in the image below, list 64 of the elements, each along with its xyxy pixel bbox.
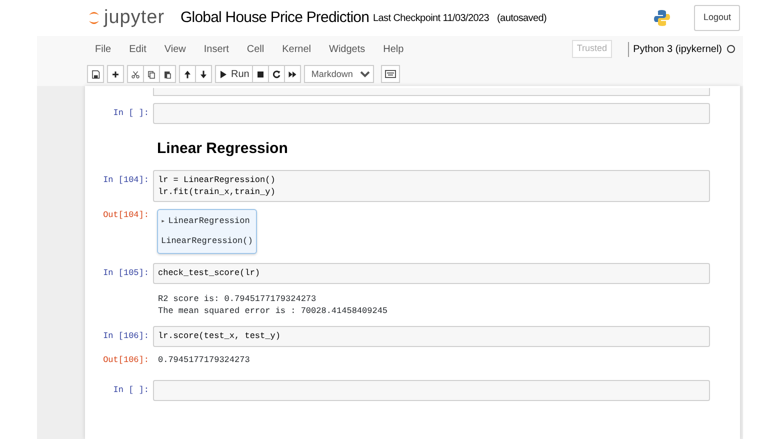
code-cell-input[interactable]: lr = LinearRegression() lr.fit(train_x,train_y) (153, 170, 710, 202)
code-cell-input[interactable]: check_test_score(lr) (153, 263, 710, 284)
restart-icon (272, 70, 282, 78)
python-logo-icon (654, 9, 670, 27)
input-prompt: In [106]: (102, 330, 150, 342)
paste-button[interactable] (160, 65, 176, 83)
logout-button[interactable]: Logout (694, 5, 740, 31)
code-line: lr.fit(train_x,train_y) (158, 186, 276, 198)
menu-item[interactable]: Cell (246, 42, 264, 56)
add-cell-button[interactable] (107, 65, 124, 83)
fast-forward-icon (288, 70, 298, 78)
input-prompt: In [ ]: (112, 384, 150, 396)
cut-button[interactable] (127, 65, 144, 83)
output-prompt: Out[106]: (102, 354, 150, 366)
menu-item[interactable]: View (164, 42, 186, 56)
output-line: The mean squared error is : 70028.41458409245 (157, 305, 388, 317)
down-arrow-icon (199, 70, 208, 78)
cell-type-dropdown[interactable]: Markdown (304, 65, 374, 83)
estimator-label: LinearRegression (168, 216, 250, 226)
menu-item[interactable]: Edit (129, 42, 146, 56)
copy-icon (147, 70, 156, 78)
estimator-repr: LinearRegression() (161, 235, 253, 248)
menu-item[interactable]: Insert (204, 42, 229, 56)
save-icon (91, 70, 100, 78)
code-cell-input[interactable] (153, 103, 710, 124)
command-palette-button[interactable] (381, 65, 400, 83)
input-prompt: In [ ]: (112, 107, 150, 119)
input-prompt: In [105]: (102, 267, 150, 279)
save-button[interactable] (87, 65, 104, 83)
copy-button[interactable] (144, 65, 160, 83)
autosave-status: (autosaved) (497, 12, 547, 26)
menu-item[interactable]: Widgets (329, 42, 366, 56)
restart-button[interactable] (269, 65, 286, 83)
code-cell-input[interactable] (153, 380, 710, 401)
move-up-button[interactable] (179, 65, 196, 83)
run-button[interactable]: Run (215, 65, 254, 83)
notebook-title[interactable]: Global House Price Prediction (180, 6, 370, 30)
up-arrow-icon (183, 70, 192, 78)
keyboard-icon (385, 70, 396, 78)
menu-item[interactable]: File (95, 42, 112, 56)
menu-item[interactable]: Kernel (282, 42, 312, 56)
move-down-button[interactable] (196, 65, 212, 83)
kernel-status-icon (727, 45, 735, 53)
plus-icon (111, 70, 120, 78)
checkpoint-text: Last Checkpoint 11/03/2023 (373, 12, 490, 26)
logo-text: jupyter (104, 6, 165, 30)
input-prompt: In [104]: (102, 174, 150, 186)
stop-icon (256, 70, 266, 78)
kernel-name[interactable]: Python 3 (ipykernel) (628, 42, 722, 56)
code-line: lr = LinearRegression() (158, 174, 276, 186)
output-text: 0.7945177179324273 (157, 354, 250, 366)
paste-icon (163, 70, 172, 78)
play-icon (219, 70, 228, 78)
output-line: R2 score is: 0.7945177179324273 (157, 293, 318, 305)
code-line: check_test_score(lr) (158, 267, 262, 279)
code-line: lr.score(test_x, test_y) (158, 330, 282, 342)
output-prompt: Out[104]: (102, 208, 150, 220)
menu-item[interactable]: Help (383, 42, 404, 56)
code-cell-input[interactable] (153, 88, 710, 96)
stop-button[interactable] (253, 65, 270, 83)
run-all-button[interactable] (285, 65, 302, 83)
scissors-icon (131, 70, 140, 78)
markdown-heading: Linear Regression (157, 139, 289, 159)
code-cell-input[interactable]: lr.score(test_x, test_y) (153, 326, 710, 347)
